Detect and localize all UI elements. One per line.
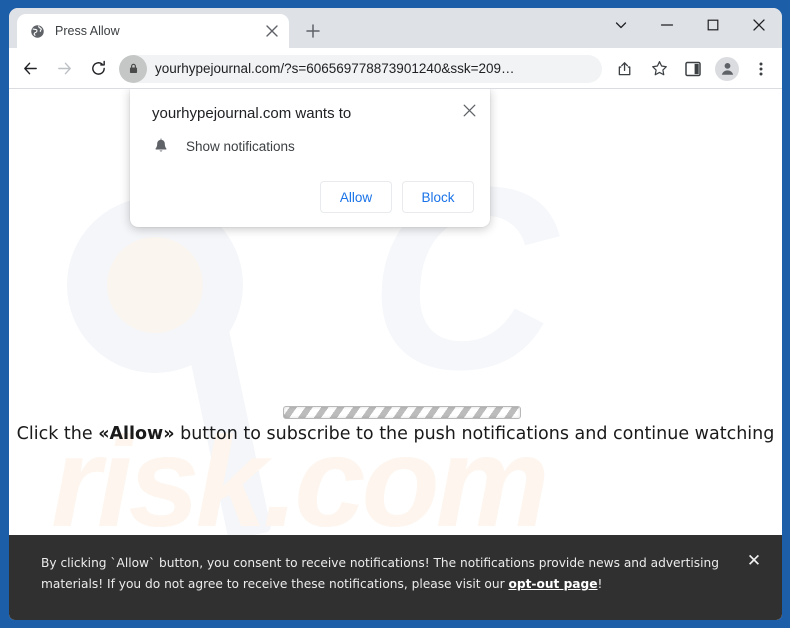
page-headline: Click the «Allow» button to subscribe to… xyxy=(9,424,782,444)
headline-after: button to subscribe to the push notifica… xyxy=(174,424,775,444)
close-icon xyxy=(753,19,765,31)
forward-button[interactable] xyxy=(49,54,79,84)
new-tab-button[interactable] xyxy=(299,17,327,45)
back-button[interactable] xyxy=(15,54,45,84)
maximize-button[interactable] xyxy=(690,8,736,42)
share-icon xyxy=(618,62,630,76)
toolbar-actions xyxy=(608,54,778,84)
consent-banner-text: By clicking `Allow` button, you consent … xyxy=(41,553,731,595)
side-panel-icon xyxy=(685,61,701,76)
dialog-close-icon[interactable] xyxy=(458,99,480,121)
star-icon xyxy=(651,61,667,76)
dialog-permission-label: Show notifications xyxy=(186,138,295,154)
block-button[interactable]: Block xyxy=(402,181,474,213)
globe-icon xyxy=(29,23,45,39)
notification-permission-dialog: yourhypejournal.com wants to Show notifi… xyxy=(130,89,490,227)
lock-icon[interactable] xyxy=(119,54,147,83)
browser-toolbar: yourhypejournal.com/?s=60656977887390124… xyxy=(9,48,782,89)
consent-banner: By clicking `Allow` button, you consent … xyxy=(9,535,782,620)
browser-window: Press Allow yourhypejournal.com/?s=60656… xyxy=(9,8,782,620)
maximize-icon xyxy=(707,19,719,31)
chevron-down-icon xyxy=(615,22,627,29)
profile-button[interactable] xyxy=(712,54,742,84)
window-frame: Press Allow yourhypejournal.com/?s=60656… xyxy=(0,0,790,628)
page-viewport: C risk.com Click the «Allow» button to s… xyxy=(9,89,782,620)
loading-progress-bar xyxy=(283,406,521,419)
watermark-magnifier-lens xyxy=(107,237,203,333)
headline-allow-emphasis: «Allow» xyxy=(98,424,175,444)
tab-close-icon[interactable] xyxy=(260,19,284,43)
browser-tab[interactable]: Press Allow xyxy=(17,14,289,48)
arrow-left-icon xyxy=(23,62,37,75)
minimize-icon xyxy=(660,24,674,26)
tab-search-button[interactable] xyxy=(598,8,644,42)
plus-icon xyxy=(306,24,320,38)
minimize-button[interactable] xyxy=(644,8,690,42)
share-button[interactable] xyxy=(610,54,640,84)
dialog-title: yourhypejournal.com wants to xyxy=(152,105,352,122)
three-dot-menu-icon xyxy=(759,62,763,75)
reload-icon xyxy=(91,60,105,75)
tab-strip: Press Allow xyxy=(9,8,782,48)
allow-button[interactable]: Allow xyxy=(320,181,392,213)
consent-text-part2: ! xyxy=(597,576,603,591)
arrow-right-icon xyxy=(57,62,71,75)
reload-button[interactable] xyxy=(83,54,113,84)
headline-before: Click the xyxy=(16,424,99,444)
profile-avatar-icon xyxy=(715,56,739,81)
tab-title: Press Allow xyxy=(55,24,120,38)
consent-text-part1: By clicking `Allow` button, you consent … xyxy=(41,556,719,591)
dialog-permission-row: Show notifications xyxy=(152,137,474,155)
bell-icon xyxy=(152,137,170,155)
address-bar[interactable]: yourhypejournal.com/?s=60656977887390124… xyxy=(119,54,602,83)
window-controls xyxy=(598,8,782,48)
close-button[interactable] xyxy=(736,8,782,42)
side-panel-button[interactable] xyxy=(678,54,708,84)
address-bar-url[interactable]: yourhypejournal.com/?s=60656977887390124… xyxy=(155,61,515,76)
consent-banner-close-icon[interactable]: ✕ xyxy=(744,551,764,571)
browser-menu-button[interactable] xyxy=(746,54,776,84)
bookmark-button[interactable] xyxy=(644,54,674,84)
dialog-actions: Allow Block xyxy=(152,181,474,217)
opt-out-page-link[interactable]: opt-out page xyxy=(508,577,597,591)
